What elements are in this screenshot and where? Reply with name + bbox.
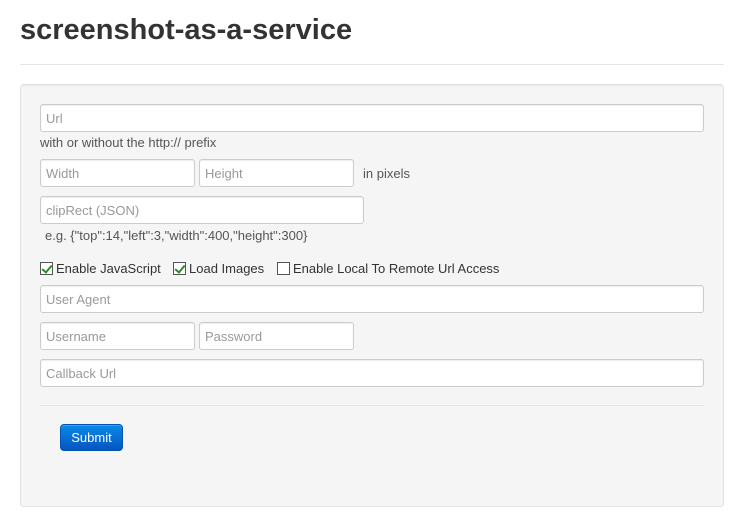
enable-javascript-label: Enable JavaScript (56, 260, 161, 276)
dimensions-help-text: in pixels (363, 166, 410, 181)
submit-button[interactable]: Submit (60, 424, 123, 451)
page: screenshot-as-a-service with or without … (0, 0, 744, 529)
local-to-remote-checkbox[interactable] (277, 261, 290, 275)
local-to-remote-option[interactable]: Enable Local To Remote Url Access (277, 259, 499, 277)
page-title: screenshot-as-a-service (20, 14, 353, 46)
load-images-option[interactable]: Load Images (173, 259, 264, 277)
local-to-remote-label: Enable Local To Remote Url Access (293, 260, 500, 276)
width-input[interactable] (40, 159, 195, 187)
load-images-checkbox[interactable] (173, 261, 186, 275)
cliprect-help-text: e.g. {"top":14,"left":3,"width":400,"hei… (45, 228, 308, 243)
user-agent-input[interactable] (40, 285, 704, 313)
height-input[interactable] (199, 159, 354, 187)
form-actions-divider (40, 405, 704, 406)
url-help-text: with or without the http:// prefix (40, 135, 217, 150)
load-images-label: Load Images (189, 260, 265, 276)
username-input[interactable] (40, 322, 195, 350)
callback-url-input[interactable] (40, 359, 704, 387)
enable-javascript-checkbox[interactable] (40, 261, 53, 275)
password-input[interactable] (199, 322, 354, 350)
url-input[interactable] (40, 104, 704, 132)
title-divider (20, 64, 724, 65)
cliprect-input[interactable] (40, 196, 364, 224)
enable-javascript-option[interactable]: Enable JavaScript (40, 259, 161, 277)
